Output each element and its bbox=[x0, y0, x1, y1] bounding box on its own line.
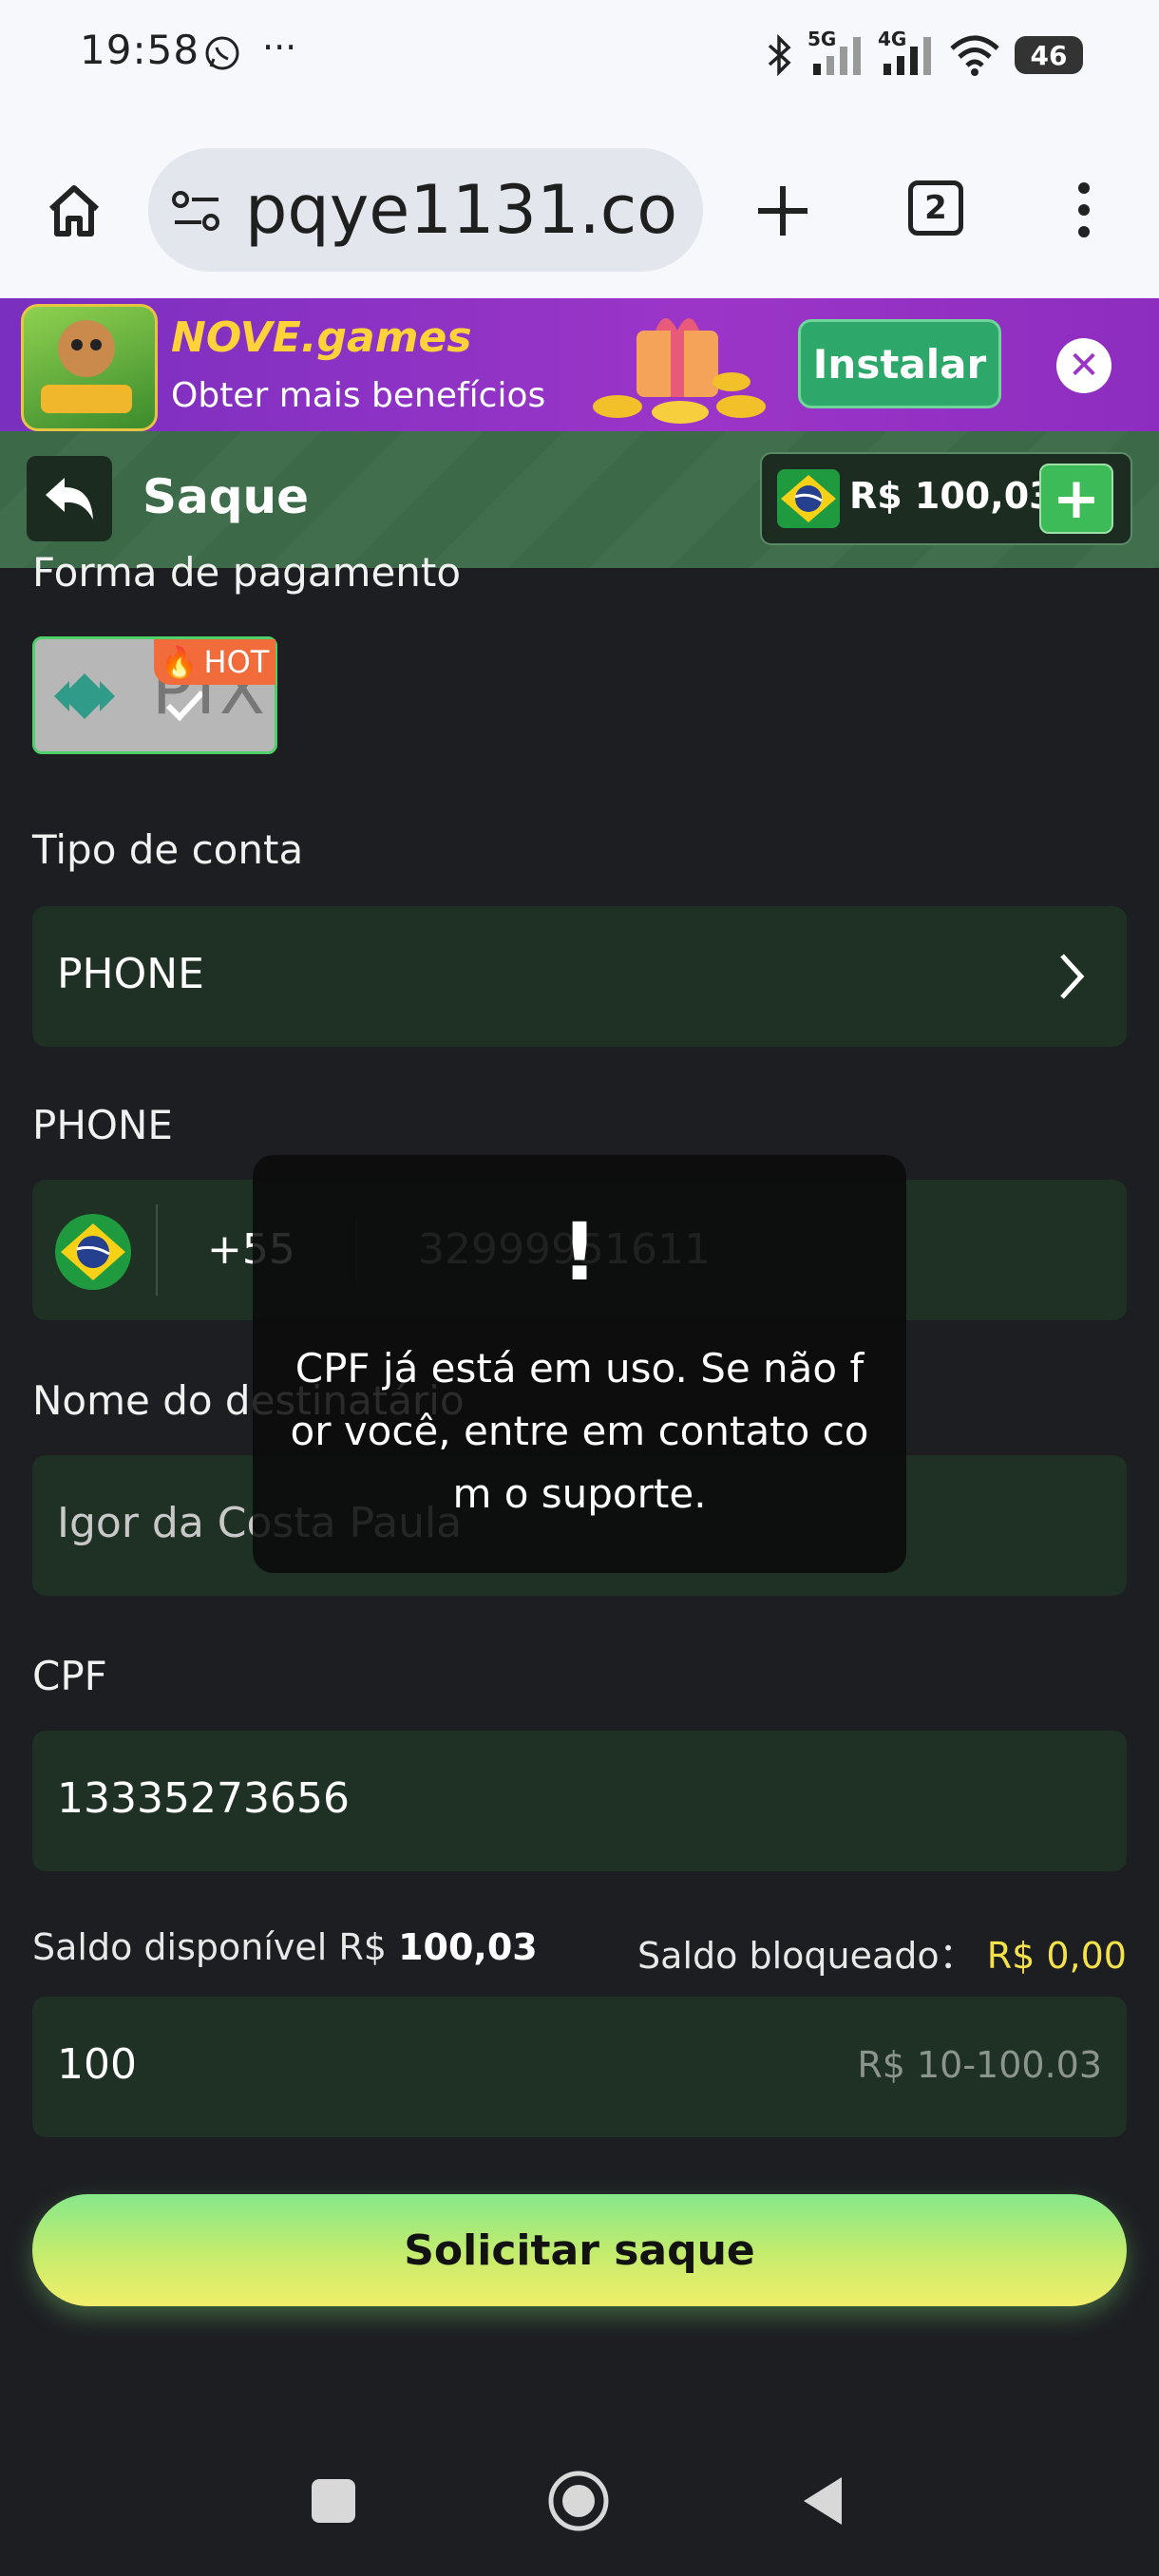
menu-icon[interactable] bbox=[1068, 179, 1100, 241]
balance-amount: R$ 100,03 bbox=[849, 475, 1054, 517]
account-type-value: PHONE bbox=[57, 950, 204, 998]
amount-range-hint: R$ 10-100.03 bbox=[857, 2044, 1102, 2086]
battery-icon: 46 bbox=[1015, 36, 1083, 74]
install-button[interactable]: Instalar bbox=[798, 319, 1001, 408]
status-time: 19:58 bbox=[80, 27, 200, 73]
close-icon[interactable]: ✕ bbox=[1056, 338, 1112, 393]
hot-badge: 🔥 HOT bbox=[154, 639, 276, 685]
tab-switcher-button[interactable]: 2 bbox=[908, 180, 963, 236]
account-type-label: Tipo de conta bbox=[32, 826, 304, 873]
bluetooth-icon bbox=[768, 34, 791, 76]
available-balance-value: 100,03 bbox=[398, 1926, 538, 1968]
page-title: Saque bbox=[142, 469, 310, 524]
deposit-plus-button[interactable]: + bbox=[1039, 464, 1113, 534]
blocked-balance: Saldo bloqueado： R$ 0,00 bbox=[637, 1935, 1127, 1977]
recents-icon[interactable] bbox=[312, 2479, 355, 2523]
cpf-input[interactable]: 13335273656 bbox=[32, 1731, 1127, 1871]
banner-subtitle: Obter mais benefícios bbox=[171, 376, 546, 415]
cpf-value: 13335273656 bbox=[57, 1774, 350, 1823]
account-type-select[interactable]: PHONE bbox=[32, 906, 1127, 1047]
available-balance: Saldo disponível R$ 100,03 bbox=[32, 1926, 538, 1968]
back-triangle-icon[interactable] bbox=[800, 2473, 846, 2529]
more-notifications-icon: ··· bbox=[262, 27, 297, 68]
exclamation-icon: ! bbox=[560, 1205, 598, 1298]
amount-value: 100 bbox=[57, 2040, 137, 2089]
request-withdrawal-button[interactable]: Solicitar saque bbox=[32, 2194, 1127, 2306]
phone-label: PHONE bbox=[32, 1102, 173, 1148]
status-icons: 5G 4G 46 bbox=[766, 28, 1083, 82]
gift-coins-icon bbox=[593, 318, 766, 424]
signal-5g-icon: 5G bbox=[808, 28, 864, 77]
back-arrow-icon bbox=[46, 478, 93, 520]
url-text[interactable]: pqye1131.com/ bbox=[245, 167, 682, 253]
wifi-icon bbox=[950, 35, 999, 76]
banner-app-name: NOVE.games bbox=[171, 313, 472, 362]
cpf-label: CPF bbox=[32, 1653, 107, 1699]
divider bbox=[156, 1204, 158, 1296]
site-settings-icon[interactable] bbox=[171, 188, 222, 234]
app-logo bbox=[21, 304, 158, 431]
back-button[interactable] bbox=[27, 456, 112, 541]
whatsapp-icon bbox=[205, 36, 239, 70]
new-tab-icon[interactable] bbox=[752, 180, 813, 241]
payment-method-label: Forma de pagamento bbox=[32, 549, 462, 596]
home-circle-icon[interactable] bbox=[547, 2470, 610, 2532]
blocked-balance-value: R$ 0,00 bbox=[986, 1935, 1127, 1977]
signal-4g-icon: 4G bbox=[878, 28, 935, 77]
amount-input[interactable]: 100 R$ 10-100.03 bbox=[32, 1997, 1127, 2137]
brazil-flag-icon bbox=[55, 1214, 131, 1290]
chevron-right-icon bbox=[1060, 954, 1085, 999]
fire-icon: 🔥 bbox=[160, 644, 199, 680]
toast-message: CPF já está em uso. Se não for você, ent… bbox=[290, 1345, 869, 1517]
home-icon[interactable] bbox=[44, 180, 104, 241]
brazil-flag-icon bbox=[777, 469, 840, 528]
